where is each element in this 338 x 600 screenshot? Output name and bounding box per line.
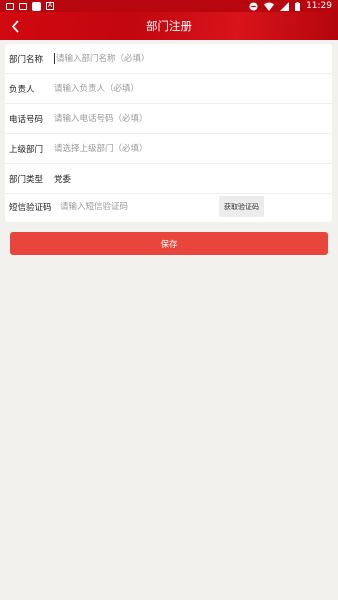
department-name-input[interactable]: [56, 49, 326, 68]
department-type-value: 党委: [54, 174, 72, 185]
phone-label: 电话号码: [9, 114, 44, 125]
app-icon: [32, 1, 41, 11]
sms-code-input[interactable]: [60, 198, 212, 216]
department-type-row[interactable]: 部门类型 党委: [5, 164, 332, 194]
signal-icon: [280, 1, 290, 11]
registration-form: 部门名称 负责人 电话号码 上级部门 部门类型 党委 短信验证码 获取验证码: [5, 44, 332, 222]
battery-icon: [295, 1, 301, 11]
save-button[interactable]: 保存: [10, 232, 328, 255]
department-type-label: 部门类型: [9, 174, 44, 185]
leader-label: 负责人: [9, 84, 35, 95]
leader-row: 负责人: [5, 74, 332, 104]
sms-code-row: 短信验证码 获取验证码: [5, 192, 332, 222]
page-title: 部门注册: [146, 19, 192, 33]
gallery-icon: [6, 2, 14, 10]
app-header: 部门注册: [0, 12, 338, 40]
status-bar-notifications: A: [0, 1, 54, 11]
phone-input[interactable]: [54, 109, 326, 128]
parent-department-select[interactable]: [54, 139, 326, 158]
parent-department-row: 上级部门: [5, 134, 332, 164]
status-time: 11:29: [306, 1, 332, 11]
do-not-disturb-icon: [249, 1, 258, 11]
status-bar: A 11:29: [0, 0, 338, 12]
parent-department-label: 上级部门: [9, 144, 44, 155]
a-icon: A: [46, 2, 54, 10]
department-name-row: 部门名称: [5, 44, 332, 74]
leader-input[interactable]: [54, 79, 326, 98]
wifi-icon: [264, 2, 275, 11]
phone-row: 电话号码: [5, 104, 332, 134]
status-bar-system: 11:29: [249, 1, 338, 11]
image-icon: [19, 2, 27, 10]
sms-code-label: 短信验证码: [9, 203, 52, 213]
text-caret: [54, 53, 55, 64]
get-code-button[interactable]: 获取验证码: [219, 196, 264, 217]
department-name-label: 部门名称: [9, 54, 44, 65]
